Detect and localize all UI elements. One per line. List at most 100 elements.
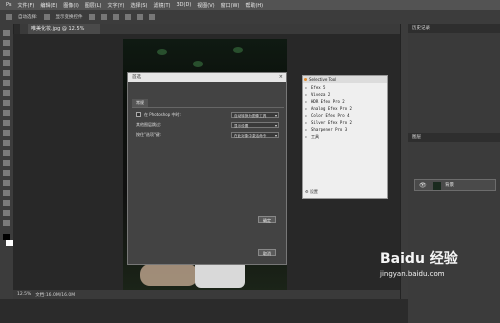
- menu-item-select[interactable]: 选择(S): [130, 2, 147, 9]
- ok-button[interactable]: 确定: [258, 216, 276, 223]
- close-icon[interactable]: ×: [279, 74, 283, 80]
- layer-thumbnail: [433, 182, 441, 190]
- distribute-icon[interactable]: [124, 14, 131, 20]
- gradient-tool-icon[interactable]: [3, 140, 10, 146]
- tab-general[interactable]: 常规: [132, 99, 148, 107]
- history-brush-tool-icon[interactable]: [3, 120, 10, 126]
- brush-tool-icon[interactable]: [3, 100, 10, 106]
- dialog-select[interactable]: 在此对象中激活命令 ▾: [231, 132, 279, 138]
- checkbox-icon[interactable]: [43, 14, 50, 20]
- selective-tool-panel: Selective Tool ▸ Efex 5 ▸ Viveza 2 ▸ HDR Ef…: [302, 75, 388, 199]
- eraser-tool-icon[interactable]: [3, 130, 10, 136]
- dialog-select-value: 显示设置: [234, 124, 249, 128]
- menu-item-ps[interactable]: Ps: [6, 2, 12, 8]
- menu-item-layer[interactable]: 图层(L): [85, 2, 102, 9]
- zoom-level[interactable]: 12.5%: [17, 292, 31, 297]
- dialog-select[interactable]: 显示设置 ▾: [231, 122, 279, 128]
- dialog-row-label: 在 Photoshop 中时:: [144, 112, 181, 117]
- panel-title-history[interactable]: 历史记录: [408, 24, 500, 33]
- menu-item-edit[interactable]: 编辑(E): [40, 2, 57, 9]
- align-left-icon[interactable]: [88, 14, 95, 20]
- menu-item-type[interactable]: 文字(Y): [107, 2, 124, 9]
- background-color-swatch[interactable]: [6, 240, 13, 246]
- watermark-url: jingyan.baidu.com: [380, 270, 445, 278]
- menu-item-help[interactable]: 帮助(H): [245, 2, 263, 9]
- panel-icon: [304, 78, 307, 81]
- watermark: Baidu 经验 jingyan.baidu.com: [380, 248, 500, 299]
- menu-item-image[interactable]: 图像(I): [63, 2, 78, 9]
- dialog-row-label: 按住"选项"键:: [136, 132, 162, 137]
- filter-list-item[interactable]: ▸ Sharpener Pro 3: [305, 126, 385, 133]
- filter-list-item[interactable]: ▸ 工具: [305, 133, 385, 140]
- leaf-shape: [233, 47, 243, 53]
- dialog-row: 其他图层跳过: 显示设置 ▾: [136, 121, 286, 129]
- move-tool-icon[interactable]: [3, 30, 10, 36]
- filter-list: ▸ Efex 5 ▸ Viveza 2 ▸ HDR Efex Pro 2 ▸ Analo…: [305, 84, 385, 140]
- zoom-tool-icon[interactable]: [3, 220, 10, 226]
- dialog-select-value: 自动转换为图像工具: [234, 114, 267, 118]
- healing-brush-tool-icon[interactable]: [3, 90, 10, 96]
- lasso-tool-icon[interactable]: [3, 50, 10, 56]
- dialog-row-label: 其他图层跳过:: [136, 122, 162, 127]
- cancel-button[interactable]: 取消: [258, 249, 276, 256]
- layer-name: 背景: [445, 183, 454, 188]
- panel-title: Selective Tool: [309, 77, 337, 82]
- document-info: 文档:16.0M/16.0M: [35, 292, 76, 298]
- filter-list-item[interactable]: ▸ Color Efex Pro 4: [305, 112, 385, 119]
- layer-row[interactable]: 👁 背景: [414, 179, 496, 191]
- chevron-down-icon: ▾: [274, 133, 277, 138]
- filter-list-item[interactable]: ▸ Viveza 2: [305, 91, 385, 98]
- watermark-brand: Baidu 经验: [380, 251, 458, 267]
- dialog-select[interactable]: 自动转换为图像工具 ▾: [231, 112, 279, 118]
- menu-item-3d[interactable]: 3D(D): [176, 2, 191, 8]
- preferences-dialog: 首选 × 常规 在 Photoshop 中时: 自动转换为图像工具 ▾ 其他图层…: [127, 72, 287, 265]
- quick-select-tool-icon[interactable]: [3, 60, 10, 66]
- hand-tool-icon[interactable]: [3, 210, 10, 216]
- filter-list-item[interactable]: ▸ HDR Efex Pro 2: [305, 98, 385, 105]
- menu-item-filter[interactable]: 滤镜(T): [154, 2, 171, 9]
- leaf-shape: [157, 49, 167, 55]
- dialog-select-value: 在此对象中激活命令: [234, 134, 267, 138]
- marquee-tool-icon[interactable]: [3, 40, 10, 46]
- filter-list-item[interactable]: ▸ Analog Efex Pro 2: [305, 105, 385, 112]
- filter-list-item[interactable]: ▸ Efex 5: [305, 84, 385, 91]
- filter-list-item[interactable]: ▸ Silver Efex Pro 2: [305, 119, 385, 126]
- dialog-tabs: 常规: [132, 99, 284, 108]
- type-tool-icon[interactable]: [3, 180, 10, 186]
- pen-tool-icon[interactable]: [3, 170, 10, 176]
- settings-icon: ⚙: [305, 189, 309, 194]
- show-transform-controls-label[interactable]: 显示变换控件: [56, 14, 83, 20]
- blur-tool-icon[interactable]: [3, 150, 10, 156]
- status-bar: 12.5% 文档:16.0M/16.0M: [13, 290, 400, 299]
- path-select-tool-icon[interactable]: [3, 190, 10, 196]
- eyedropper-tool-icon[interactable]: [3, 80, 10, 86]
- options-bar: 自动选择: 显示变换控件: [0, 10, 500, 25]
- eye-icon[interactable]: 👁: [419, 180, 427, 192]
- panel-header: Selective Tool: [303, 76, 387, 83]
- dialog-row: 按住"选项"键: 在此对象中激活命令 ▾: [136, 131, 286, 139]
- settings-label: 设置: [309, 189, 318, 194]
- dialog-row: 在 Photoshop 中时: 自动转换为图像工具 ▾: [136, 111, 286, 119]
- menu-item-file[interactable]: 文件(F): [18, 2, 35, 9]
- dialog-title: 首选: [128, 73, 286, 82]
- align-right-icon[interactable]: [112, 14, 119, 20]
- menu-item-view[interactable]: 视图(V): [197, 2, 214, 9]
- panel-footer[interactable]: ⚙ 设置: [305, 189, 318, 195]
- shape-tool-icon[interactable]: [3, 200, 10, 206]
- chevron-down-icon: ▾: [274, 113, 277, 118]
- tools-panel: [0, 24, 14, 299]
- auto-select-label[interactable]: 自动选择:: [18, 14, 38, 20]
- move-tool-icon[interactable]: [6, 14, 12, 20]
- clone-stamp-tool-icon[interactable]: [3, 110, 10, 116]
- align-center-icon[interactable]: [100, 14, 107, 20]
- distribute-icon-3[interactable]: [148, 14, 155, 20]
- menu-item-window[interactable]: 窗口(W): [221, 2, 240, 9]
- chevron-down-icon: ▾: [274, 123, 277, 128]
- menu-bar: Ps 文件(F) 编辑(E) 图像(I) 图层(L) 文字(Y) 选择(S) 滤…: [0, 0, 500, 10]
- crop-tool-icon[interactable]: [3, 70, 10, 76]
- distribute-icon-2[interactable]: [136, 14, 143, 20]
- panel-title-layers[interactable]: 图层: [408, 133, 500, 142]
- photo-feet: [140, 264, 198, 286]
- document-tab[interactable]: 唯美化妆.jpg @ 12.5%(RGB/8): [28, 24, 100, 42]
- dodge-tool-icon[interactable]: [3, 160, 10, 166]
